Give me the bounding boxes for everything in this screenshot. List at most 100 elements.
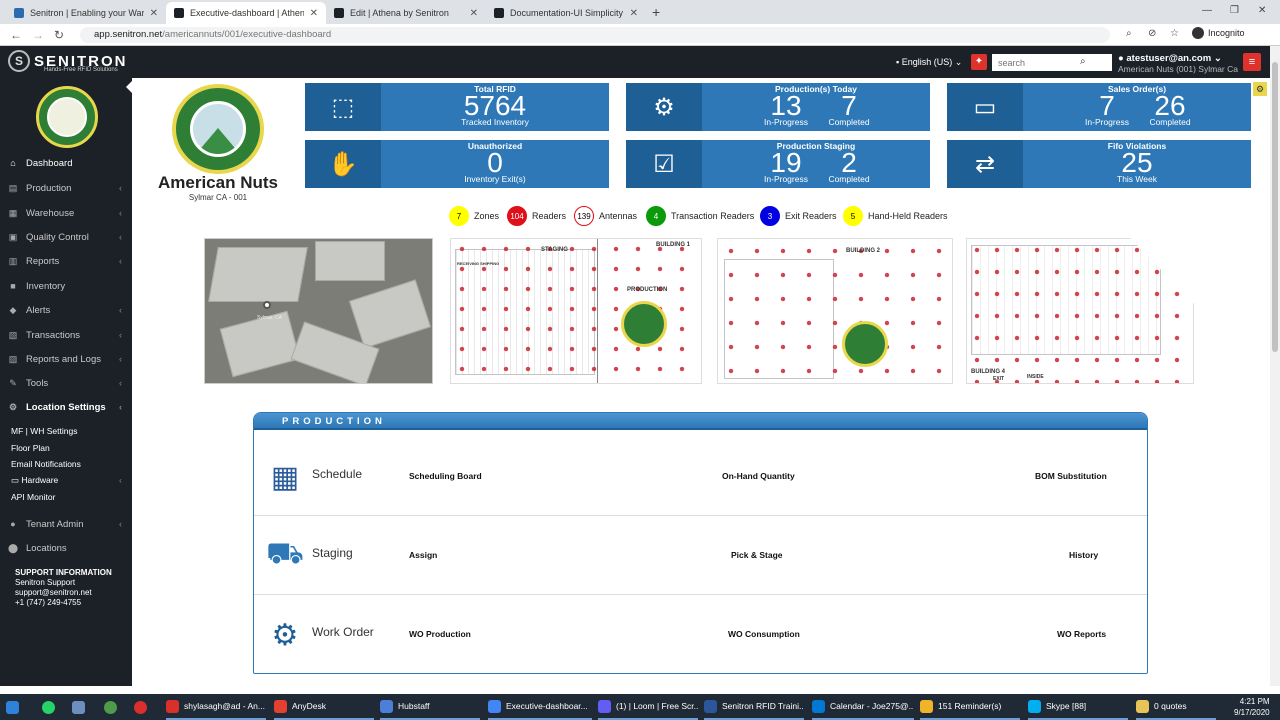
search-icon[interactable]: ⌕ <box>1080 56 1086 67</box>
browser-tab-3[interactable]: Edit | Athena by Senitron ✕ <box>326 2 486 24</box>
link-wo-production[interactable]: WO Production <box>409 629 471 639</box>
sidebar-item-location-settings[interactable]: ⚙ Location Settings ‹ <box>0 397 132 417</box>
link-wo-consumption[interactable]: WO Consumption <box>728 629 800 639</box>
taskbar-item-2[interactable]: AnyDesk <box>274 694 374 720</box>
aerial-photo[interactable]: Sylmar, CA <box>204 238 433 384</box>
close-icon[interactable]: ✕ <box>470 8 478 19</box>
user-menu[interactable]: ● atestuser@an.com ⌄ <box>1118 53 1222 64</box>
taskbar-item-5[interactable]: (1) | Loom | Free Scr... <box>598 694 698 720</box>
taskbar-item-1[interactable]: shylasagh@ad - An... <box>166 694 266 720</box>
stat-card-total-rfid[interactable]: ⬚ Total RFID 5764 Tracked Inventory <box>305 83 609 131</box>
browser-tab-1[interactable]: Senitron | Enabling your Wareho ✕ <box>6 2 166 24</box>
sidebar-item-label: Reports and Logs <box>26 353 101 365</box>
close-icon[interactable]: ✕ <box>310 8 318 19</box>
scrollbar-thumb[interactable] <box>1272 62 1278 352</box>
exit-label: EXIT <box>993 376 1005 382</box>
forward-icon[interactable]: → <box>32 28 44 42</box>
close-icon[interactable]: ✕ <box>630 8 638 19</box>
language-selector[interactable]: ▪ English (US) ⌄ <box>896 57 962 68</box>
sidebar-item-quality-control[interactable]: ▣ Quality Control ‹ <box>0 227 132 247</box>
sidebar-item-reports-and-logs[interactable]: ▨ Reports and Logs ‹ <box>0 349 132 369</box>
legend-count-badge: 104 <box>507 206 527 226</box>
conveyor-icon: ▭ <box>947 83 1023 131</box>
stat-card-fifo-violations[interactable]: ⇄ Fifo Violations 25 This Week <box>947 140 1251 188</box>
taskbar-item-3[interactable]: Hubstaff <box>380 694 480 720</box>
sidebar-subitem-api-monitor[interactable]: API Monitor <box>11 492 55 502</box>
link-pick-stage[interactable]: Pick & Stage <box>731 550 783 560</box>
chevron-left-icon: ‹ <box>119 402 122 412</box>
link-history[interactable]: History <box>1069 550 1098 560</box>
sidebar-subitem-hardware[interactable]: ▭ Hardware ‹ <box>11 475 122 486</box>
app-icon[interactable] <box>134 694 147 720</box>
sidebar-item-tenant-admin[interactable]: ● Tenant Admin ‹ <box>0 514 132 534</box>
sidebar-item-inventory[interactable]: ■ Inventory <box>0 276 132 296</box>
floorplan-building-2[interactable]: BUILDING 2 <box>717 238 953 384</box>
american-nuts-sidebar-logo <box>36 86 98 148</box>
taskbar-item-4[interactable]: Executive-dashboar... <box>488 694 592 720</box>
staging-label: STAGING <box>541 247 568 253</box>
sidebar-item-warehouse[interactable]: ▦ Warehouse ‹ <box>0 203 132 223</box>
link-bom-substitution[interactable]: BOM Substitution <box>1035 471 1107 481</box>
incognito-indicator[interactable]: Incognito <box>1192 27 1245 39</box>
sidebar-item-production[interactable]: ▤ Production ‹ <box>0 178 132 198</box>
file-explorer-icon[interactable] <box>72 694 85 720</box>
sidebar-subitem-email-notifications[interactable]: Email Notifications <box>11 459 81 469</box>
sidebar-item-dashboard[interactable]: ⌂ Dashboard <box>0 153 132 173</box>
calendar-clock-icon: ▦ <box>270 460 300 494</box>
eye-off-icon[interactable]: ⊘ <box>1148 28 1156 39</box>
zoom-icon[interactable]: ⌕ <box>1126 28 1132 39</box>
sidebar-item-locations[interactable]: ⬤ Locations <box>0 538 132 558</box>
sidebar-item-alerts[interactable]: ◆ Alerts ‹ <box>0 300 132 320</box>
grid-apps-button[interactable]: ✦ <box>971 54 987 70</box>
close-icon[interactable]: ✕ <box>150 8 158 19</box>
maximize-icon[interactable]: ❐ <box>1230 5 1239 16</box>
stat-card-production-s-today[interactable]: ⚙ Production(s) Today 13 7 In-Progress Comple… <box>626 83 930 131</box>
stat-card-production-staging[interactable]: ☑ Production Staging 19 2 In-Progress Complet… <box>626 140 930 188</box>
link-wo-reports[interactable]: WO Reports <box>1057 629 1106 639</box>
floorplan-building-4[interactable]: BUILDING 4 EXIT INSIDE <box>966 238 1194 384</box>
taskbar-item-10[interactable]: 0 quotes <box>1136 694 1216 720</box>
stat-card-sales-order-s-[interactable]: ▭ Sales Order(s) 7 26 In-Progress Completed <box>947 83 1251 131</box>
taskbar-item-8[interactable]: 151 Reminder(s) <box>920 694 1020 720</box>
taskbar-item-label: Executive-dashboar... <box>506 701 588 711</box>
system-clock[interactable]: 4:21 PM 9/17/2020 <box>1234 696 1270 718</box>
sidebar-item-transactions[interactable]: ▧ Transactions ‹ <box>0 325 132 345</box>
url-input[interactable]: app.senitron.net/americannuts/001/execut… <box>80 27 1110 43</box>
sidebar-item-tools[interactable]: ✎ Tools ‹ <box>0 373 132 393</box>
browser-tab-4[interactable]: Documentation-UI Simplicity , Co ✕ <box>486 2 646 24</box>
senitron-logo[interactable]: S SENITRON Hands-Free RFID Solutions <box>8 50 128 73</box>
legend-count-badge: 7 <box>449 206 469 226</box>
location-pin-icon[interactable] <box>263 301 271 309</box>
browser-tab-2[interactable]: Executive-dashboard | Athena by ✕ <box>166 2 326 24</box>
page-scrollbar[interactable] <box>1270 46 1280 686</box>
search-input[interactable] <box>992 54 1112 71</box>
sidebar-item-reports[interactable]: ▥ Reports ‹ <box>0 251 132 271</box>
window-close-icon[interactable]: ✕ <box>1258 5 1266 16</box>
hamburger-menu-button[interactable]: ≡ <box>1243 53 1261 71</box>
reload-icon[interactable]: ↻ <box>54 28 64 42</box>
taskbar-item-6[interactable]: Senitron RFID Traini... <box>704 694 804 720</box>
star-icon[interactable]: ☆ <box>1170 28 1179 39</box>
start-icon[interactable] <box>6 694 19 720</box>
sidebar-subitem-floor-plan[interactable]: Floor Plan <box>11 443 50 453</box>
card-title: Production(s) Today <box>774 84 857 94</box>
user-icon: ● <box>10 519 16 529</box>
link-scheduling-board[interactable]: Scheduling Board <box>409 471 482 481</box>
american-nuts-logo <box>172 84 264 174</box>
taskbar-item-7[interactable]: Calendar - Joe275@... <box>812 694 914 720</box>
sidebar-subitem-mf-wh-settings[interactable]: MF | WH Settings <box>11 426 77 436</box>
support-email[interactable]: support@senitron.net <box>15 588 112 598</box>
back-icon[interactable]: ← <box>10 28 22 42</box>
minimize-icon[interactable]: — <box>1202 5 1212 16</box>
whatsapp-icon[interactable] <box>42 694 55 720</box>
new-tab-icon[interactable]: + <box>652 4 660 20</box>
settings-gear-icon[interactable]: ⚙ <box>1253 82 1267 96</box>
link-on-hand-quantity[interactable]: On-Hand Quantity <box>722 471 795 481</box>
taskbar-item-9[interactable]: Skype [88] <box>1028 694 1128 720</box>
floorplan-building-1[interactable]: STAGING RECEIVING SHIPPING BUILDING 1 PR… <box>450 238 702 384</box>
link-assign[interactable]: Assign <box>409 550 437 560</box>
chrome-icon[interactable] <box>104 694 117 720</box>
stat-card-unauthorized[interactable]: ✋ Unauthorized 0 Inventory Exit(s) <box>305 140 609 188</box>
active-indicator <box>126 80 133 94</box>
taskbar-item-label: Hubstaff <box>398 701 430 711</box>
